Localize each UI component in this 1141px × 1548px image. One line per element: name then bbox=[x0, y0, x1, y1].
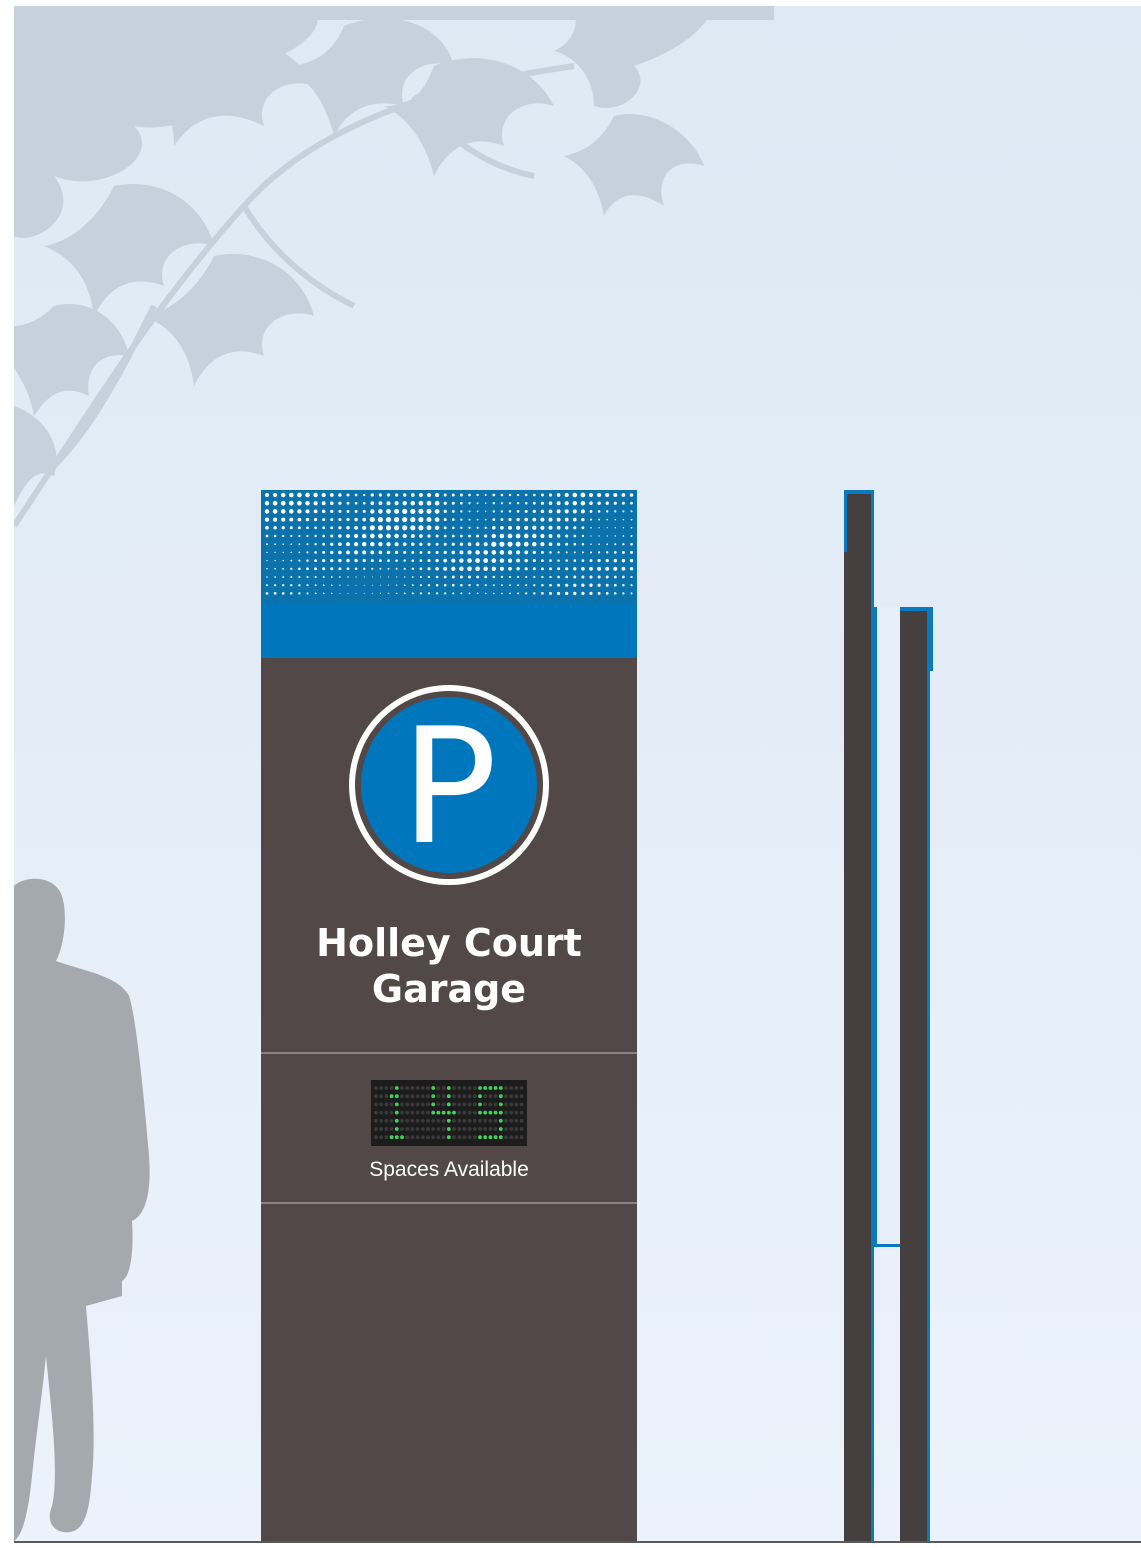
side-post-rear-edge bbox=[930, 607, 933, 671]
led-digit-dot bbox=[478, 1135, 482, 1140]
led-digit-dot bbox=[483, 1086, 488, 1090]
ground-line bbox=[14, 1541, 1141, 1543]
perforated-header-panel bbox=[261, 490, 637, 603]
led-digit-dot bbox=[446, 1110, 451, 1115]
led-digit-dot bbox=[431, 1086, 436, 1090]
panel-divider-bottom bbox=[261, 1202, 637, 1204]
led-digit-dot bbox=[478, 1094, 482, 1099]
led-digit-dot bbox=[436, 1110, 441, 1115]
led-digit-dot bbox=[493, 1135, 498, 1140]
led-digit-dot bbox=[389, 1094, 394, 1099]
led-digit-dot bbox=[394, 1110, 399, 1115]
side-post-rear bbox=[900, 607, 930, 1542]
led-digit-dot bbox=[394, 1118, 399, 1123]
led-digit-dot bbox=[431, 1110, 436, 1115]
led-digit-dot bbox=[446, 1135, 451, 1140]
led-digit-dot bbox=[498, 1110, 503, 1115]
led-digit-dot bbox=[493, 1086, 498, 1090]
garage-name-line1: Holley Court bbox=[316, 921, 582, 965]
led-digit-dot bbox=[498, 1094, 503, 1099]
led-digit-dot bbox=[498, 1102, 503, 1107]
led-digit-dot bbox=[394, 1102, 399, 1107]
side-channel-gap bbox=[874, 607, 900, 1247]
led-digit-dot bbox=[431, 1102, 436, 1107]
sign-cabinet: P Holley Court Garage Spaces Available bbox=[261, 658, 637, 1542]
led-digit-dot bbox=[478, 1086, 482, 1090]
led-digit-dot bbox=[389, 1135, 394, 1140]
foliage-silhouette bbox=[14, 6, 774, 528]
side-post-front bbox=[844, 490, 874, 1542]
led-digit-dot bbox=[446, 1127, 451, 1131]
led-digit-dot bbox=[446, 1086, 451, 1090]
led-digit-dot bbox=[483, 1135, 488, 1140]
led-space-counter bbox=[371, 1080, 527, 1146]
led-digit-dot bbox=[498, 1086, 503, 1090]
led-digit-dot bbox=[498, 1135, 503, 1140]
led-digit-dot bbox=[488, 1135, 493, 1140]
led-digit-dot bbox=[483, 1110, 488, 1115]
led-digit-dot bbox=[446, 1118, 451, 1123]
parking-symbol: P bbox=[401, 693, 497, 880]
person-silhouette bbox=[14, 878, 150, 1541]
led-digit-dot bbox=[493, 1110, 498, 1115]
led-digit-dot bbox=[400, 1135, 404, 1140]
led-digit-dot bbox=[498, 1118, 503, 1123]
panel-divider-top bbox=[261, 1052, 637, 1054]
led-digit-dot bbox=[498, 1127, 503, 1131]
parking-icon: P bbox=[346, 682, 552, 888]
led-digit-dot bbox=[488, 1110, 493, 1115]
led-digit-dot bbox=[394, 1094, 399, 1099]
side-post-front-edge bbox=[844, 490, 847, 552]
blue-accent-band bbox=[261, 603, 637, 659]
led-digit-dot bbox=[452, 1110, 456, 1115]
led-digit-dot bbox=[478, 1110, 482, 1115]
led-digit-dot bbox=[446, 1102, 451, 1107]
garage-name-line2: Garage bbox=[371, 967, 527, 1011]
led-digit-dot bbox=[394, 1086, 399, 1090]
elevation-scene: P Holley Court Garage Spaces Available bbox=[14, 6, 1141, 1542]
garage-name: Holley Court Garage bbox=[261, 920, 637, 1012]
led-digit-dot bbox=[441, 1110, 446, 1115]
led-digit-dot bbox=[446, 1094, 451, 1099]
led-digit-dot bbox=[478, 1102, 482, 1107]
led-digit-dot bbox=[394, 1127, 399, 1131]
led-digit-dot bbox=[431, 1094, 436, 1099]
parking-pylon-sign: P Holley Court Garage Spaces Available bbox=[261, 490, 637, 1542]
led-digit-dot bbox=[488, 1086, 493, 1090]
led-digit-dot bbox=[394, 1135, 399, 1140]
spaces-available-label: Spaces Available bbox=[369, 1158, 529, 1181]
